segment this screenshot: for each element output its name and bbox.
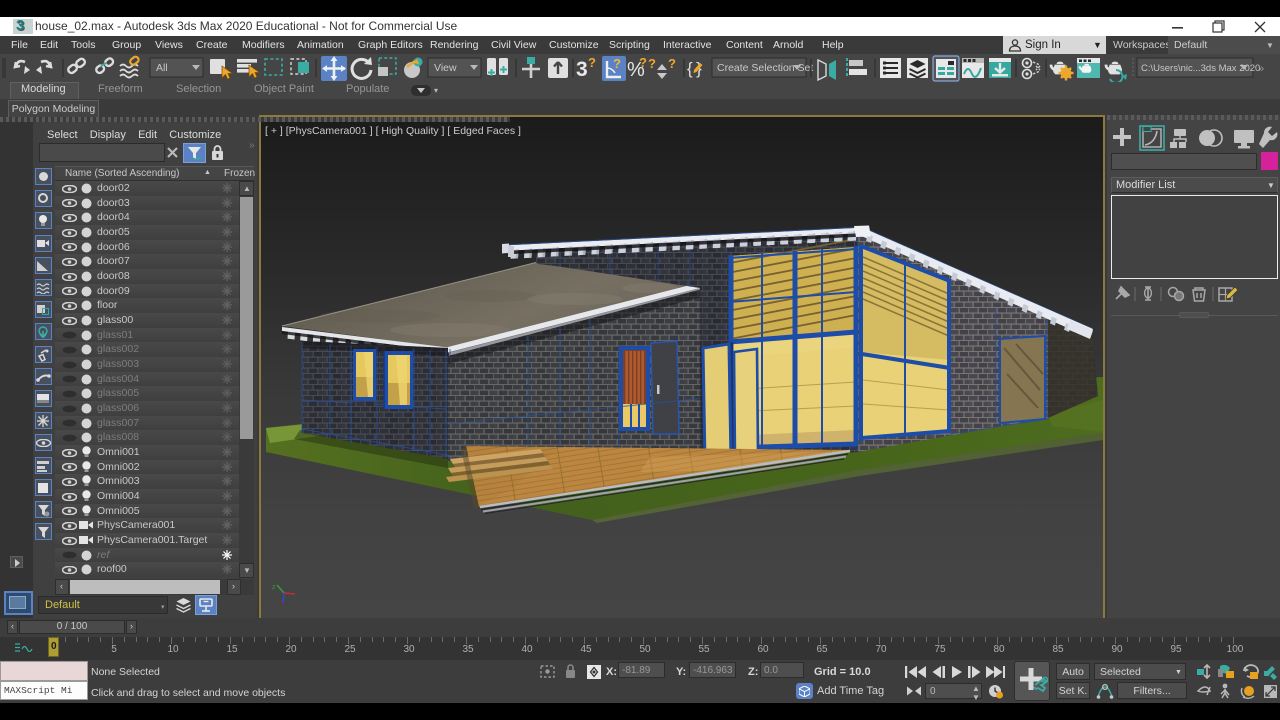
svg-text:»: » <box>1258 63 1264 75</box>
svg-text:C:\Users\nic...3ds Max 2020: C:\Users\nic...3ds Max 2020 <box>1141 63 1260 74</box>
svg-text:?: ? <box>639 55 647 70</box>
svg-text:?: ? <box>648 56 656 71</box>
svg-text:{ }: { } <box>687 59 702 78</box>
svg-text:3: 3 <box>576 58 588 81</box>
svg-text:z: z <box>272 584 276 591</box>
svg-text:View: View <box>434 62 457 74</box>
svg-text:Create Selection Set: Create Selection Set <box>717 62 813 74</box>
svg-text:?: ? <box>588 55 596 70</box>
svg-text:All: All <box>156 62 168 74</box>
svg-text:?: ? <box>613 56 621 71</box>
svg-text:[ + ] [PhysCamera001 ] [ High: [ + ] [PhysCamera001 ] [ High Quality ] … <box>265 125 521 137</box>
svg-text:?: ? <box>668 56 676 71</box>
